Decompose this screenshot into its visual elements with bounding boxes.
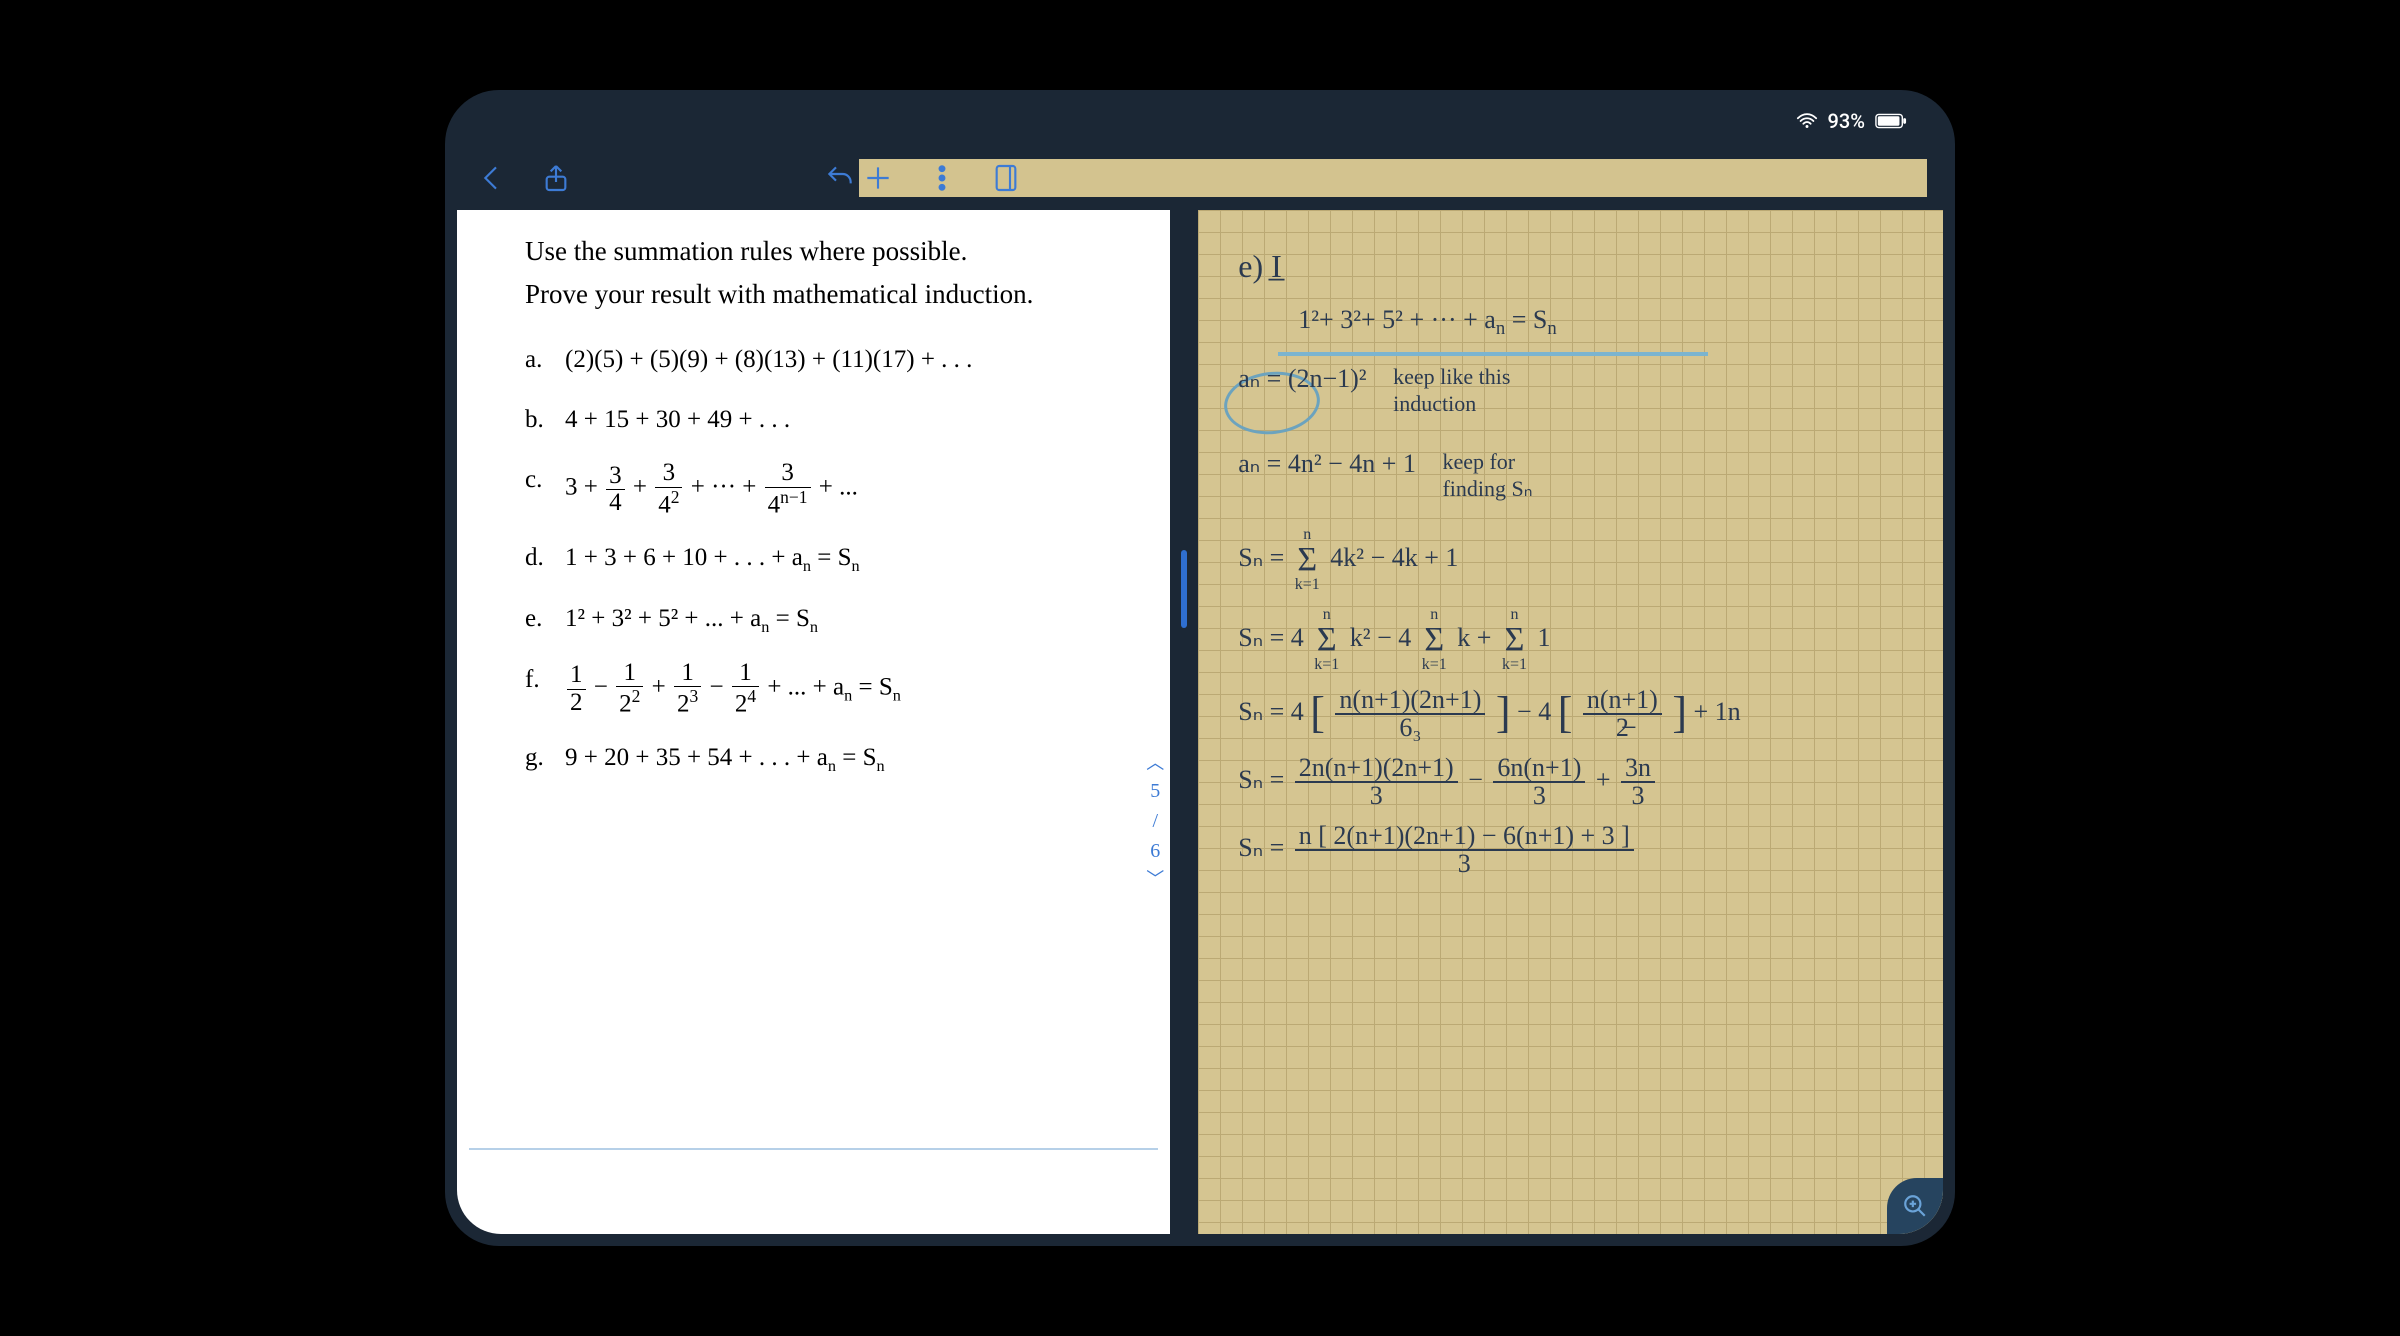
instruction-text: Use the summation rules where possible. … [525, 230, 1126, 316]
page-sep: / [1146, 806, 1164, 836]
hw-line-8: Sₙ = n [ 2(n+1)(2n+1) − 6(n+1) + 3 ]3 [1238, 823, 1909, 877]
page-navigator[interactable]: ︿ 5 / 6 ﹀ [1146, 750, 1164, 892]
document-pane[interactable]: Use the summation rules where possible. … [457, 210, 1170, 1234]
hw-line-7: Sₙ = 2n(n+1)(2n+1)3 − 6n(n+1)3 + 3n3 [1238, 755, 1909, 809]
problem-g: g. 9 + 20 + 35 + 54 + . . . + an = Sn [525, 738, 1126, 779]
add-button[interactable] [859, 159, 897, 197]
problem-f: f. 12 − 122 + 123 − 124 + ... + an = Sn [525, 660, 1126, 718]
hw-line-2: aₙ = (2n−1)² keep like thisinduction [1238, 363, 1909, 418]
hw-line-6: Sₙ = 4 [ n(n+1)(2n+1)6₃ ] − 4 [ n(n+1)2̶… [1238, 687, 1909, 741]
page-current: 5 [1146, 776, 1164, 806]
problem-d: d. 1 + 3 + 6 + 10 + . . . + an = Sn [525, 538, 1126, 579]
problem-c: c. 3 + 34 + 342 + ··· + 34n−1 + ... [525, 460, 1126, 518]
notes-pane[interactable]: e) I̲ 1²+ 3²+ 5² + ··· + an = Sn aₙ = (2… [1198, 210, 1943, 1234]
battery-percent: 93% [1828, 109, 1865, 133]
page-total: 6 [1146, 836, 1164, 866]
status-bar: 93% [493, 108, 1907, 134]
hw-line-3: aₙ = 4n² − 4n + 1 keep forfinding Sₙ [1238, 448, 1909, 503]
split-divider[interactable] [1170, 210, 1198, 1234]
problem-b: b. 4 + 15 + 30 + 49 + . . . [525, 400, 1126, 440]
page-up-icon[interactable]: ︿ [1146, 754, 1164, 772]
hw-line-5: Sₙ = 4 nΣk=1 k² − 4 nΣk=1 k + nΣk=1 1 [1238, 607, 1909, 673]
more-button[interactable] [923, 159, 961, 197]
problem-e: e. 1² + 3² + 5² + ... + an = Sn [525, 599, 1126, 640]
tablet-frame: 93% [445, 90, 1955, 1246]
hw-title: e) I̲ [1238, 246, 1909, 286]
hw-line-4: Sₙ = nΣk=1 4k² − 4k + 1 [1238, 527, 1909, 593]
share-button[interactable] [537, 159, 575, 197]
wifi-icon [1796, 112, 1818, 130]
hw-line-1: 1²+ 3²+ 5² + ··· + an = Sn [1298, 304, 1909, 341]
back-button[interactable] [473, 159, 511, 197]
battery-icon [1875, 113, 1907, 129]
zoom-button[interactable] [1887, 1178, 1943, 1234]
app-toolbar [445, 148, 1955, 208]
page-down-icon[interactable]: ﹀ [1146, 870, 1164, 888]
problem-a: a. (2)(5) + (5)(9) + (8)(13) + (11)(17) … [525, 340, 1126, 380]
pages-panel-button[interactable] [987, 159, 1025, 197]
split-handle[interactable] [1181, 550, 1187, 628]
undo-button[interactable] [821, 159, 859, 197]
content-area: Use the summation rules where possible. … [457, 210, 1943, 1234]
page-rule [469, 1148, 1158, 1150]
